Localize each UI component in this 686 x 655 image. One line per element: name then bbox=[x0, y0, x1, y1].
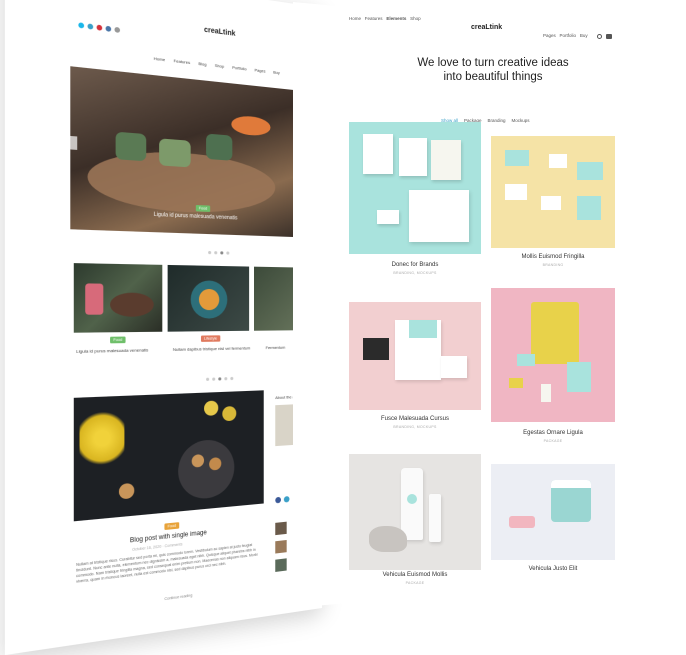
back-nav: Home Features Blog Shop Portfolio Pages Buy bbox=[154, 56, 288, 76]
card-image-1[interactable] bbox=[73, 263, 163, 333]
back-page-sheet: creaLtink Home Features Blog Shop Portfolio P… bbox=[4, 0, 323, 655]
slider-title[interactable]: Ligula id purus malesuada venenatis bbox=[154, 212, 238, 222]
card-tag-2[interactable]: Lifestyle bbox=[200, 335, 221, 342]
back-logo[interactable]: creaLtink bbox=[204, 26, 235, 37]
x-icon[interactable] bbox=[114, 26, 121, 34]
back-nav-shop[interactable]: Shop bbox=[215, 63, 224, 69]
front-nav-right: Pages Portfolio Buy bbox=[543, 33, 588, 38]
slider-prev-arrow-icon[interactable] bbox=[70, 135, 78, 150]
back-nav-buy[interactable]: Buy bbox=[273, 69, 280, 75]
sidebar-thumb-2[interactable] bbox=[275, 539, 287, 554]
front-nav-portfolio[interactable]: Portfolio bbox=[560, 33, 577, 38]
portfolio-card-title-3[interactable]: Fusce Malesuada Cursus bbox=[349, 416, 481, 422]
back-nav-home[interactable]: Home bbox=[154, 56, 165, 63]
portfolio-card-title-2[interactable]: Mollis Euismod Fringilla bbox=[491, 254, 615, 260]
card-image-2[interactable] bbox=[167, 264, 250, 332]
post-tag[interactable]: Food bbox=[164, 522, 180, 531]
portfolio-card-title-6[interactable]: Vehicula Justo Elit bbox=[491, 566, 615, 572]
twitter-icon[interactable] bbox=[87, 23, 94, 30]
front-nav-elements[interactable]: Elements bbox=[386, 16, 406, 21]
portfolio-card-subtitle-2: BRANDING bbox=[542, 263, 564, 267]
front-nav-features[interactable]: Features bbox=[365, 16, 383, 21]
pinterest-icon[interactable] bbox=[96, 24, 103, 31]
card-title-2[interactable]: Nullam dapibus tristique nisl vel fermen… bbox=[173, 345, 250, 352]
back-nav-pages[interactable]: Pages bbox=[255, 67, 266, 73]
portfolio-card-image-1[interactable] bbox=[349, 122, 481, 254]
back-nav-portfolio[interactable]: Portfolio bbox=[232, 65, 247, 72]
filter-mockups[interactable]: Mockups bbox=[512, 118, 530, 123]
vimeo-icon[interactable] bbox=[78, 22, 85, 29]
card-title-3[interactable]: Fermentum bbox=[266, 345, 286, 350]
portfolio-card-subtitle-5: PACKAGE bbox=[405, 581, 425, 585]
twitter-icon[interactable] bbox=[283, 495, 290, 503]
post-image[interactable] bbox=[73, 390, 264, 522]
hero-slider-image[interactable]: Food Ligula id purus malesuada venenatis bbox=[70, 66, 322, 239]
portfolio-card-title-1[interactable]: Donec for Brands bbox=[349, 262, 481, 268]
portfolio-card-title-5[interactable]: Vehicula Euismod Mollis bbox=[349, 572, 481, 578]
portfolio-card-image-5[interactable] bbox=[349, 454, 481, 570]
facebook-icon[interactable] bbox=[275, 496, 281, 504]
back-nav-features[interactable]: Features bbox=[174, 58, 191, 65]
portfolio-card-image-4[interactable] bbox=[491, 288, 615, 422]
portfolio-card-image-3[interactable] bbox=[349, 302, 481, 410]
social-icons bbox=[78, 13, 123, 39]
back-nav-blog[interactable]: Blog bbox=[198, 61, 206, 67]
cart-icon[interactable] bbox=[606, 34, 612, 39]
portfolio-card-image-6[interactable] bbox=[491, 464, 615, 560]
post-excerpt: Nullam at tristique risus. Curabitur sed… bbox=[76, 542, 258, 584]
portfolio-card-subtitle-1: BRANDING, MOCKUPS bbox=[393, 271, 437, 275]
cards-dots[interactable] bbox=[204, 366, 234, 386]
sidebar-thumb-3[interactable] bbox=[275, 558, 287, 572]
search-icon[interactable] bbox=[597, 34, 602, 39]
sidebar-social bbox=[275, 489, 292, 509]
front-nav-home[interactable]: Home bbox=[349, 16, 361, 21]
post-read-more[interactable]: Continue reading bbox=[164, 593, 192, 601]
sidebar-thumb-1[interactable] bbox=[275, 521, 287, 536]
slider-dots[interactable] bbox=[206, 240, 230, 260]
front-nav-left: Home Features Elements Shop bbox=[349, 16, 421, 21]
card-tag-1[interactable]: Food bbox=[110, 336, 126, 344]
front-nav-buy[interactable]: Buy bbox=[580, 33, 588, 38]
front-page-preview: Home Features Elements Shop creaLtink Pa… bbox=[293, 2, 663, 608]
post-title[interactable]: Blog post with single image bbox=[130, 530, 207, 545]
page-heading: We love to turn creative ideas into beau… bbox=[417, 57, 569, 83]
portfolio-card-title-4[interactable]: Egestas Ornare Ligula bbox=[491, 430, 615, 436]
filter-branding[interactable]: Branding bbox=[488, 118, 506, 123]
portfolio-card-image-2[interactable] bbox=[491, 136, 615, 248]
back-page-preview: creaLtink Home Features Blog Shop Portfolio P… bbox=[4, 0, 323, 655]
front-nav-pages[interactable]: Pages bbox=[543, 33, 556, 38]
portfolio-card-subtitle-4: PACKAGE bbox=[543, 439, 563, 443]
card-title-1[interactable]: Ligula id purus malesuada venenatis bbox=[76, 347, 148, 354]
front-logo[interactable]: creaLtink bbox=[471, 24, 502, 31]
front-nav-shop[interactable]: Shop bbox=[410, 16, 421, 21]
slider-tag[interactable]: Food bbox=[195, 204, 211, 212]
portfolio-card-subtitle-3: BRANDING, MOCKUPS bbox=[393, 425, 437, 429]
vk-icon[interactable] bbox=[105, 25, 112, 32]
